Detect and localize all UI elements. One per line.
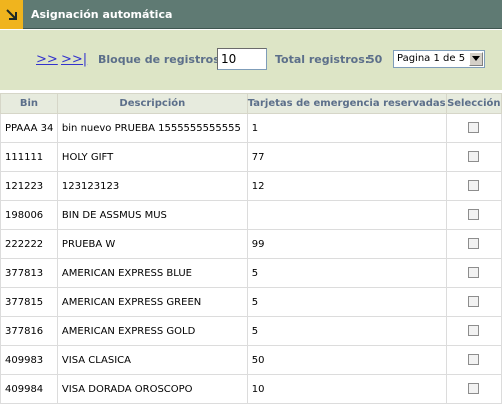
table-row: 198006 BIN DE ASSMUS MUS: [0, 200, 502, 230]
cell-bin: PPAAA 34: [0, 113, 58, 143]
cell-descripcion: VISA DORADA OROSCOPO: [56, 374, 248, 404]
cell-seleccion: [445, 316, 502, 346]
select-checkbox[interactable]: [468, 122, 480, 134]
cell-descripcion: bin nuevo PRUEBA 1555555555555: [56, 113, 248, 143]
cell-descripcion: AMERICAN EXPRESS GOLD: [56, 316, 248, 346]
cell-tarjetas: 1: [246, 113, 447, 143]
page-title: Asignación automática: [31, 8, 173, 21]
page-select[interactable]: Pagina 1 de 5: [393, 50, 485, 68]
cell-descripcion: BIN DE ASSMUS MUS: [56, 200, 248, 230]
cell-tarjetas: 77: [246, 142, 447, 172]
title-bar: Asignación automática: [0, 0, 502, 29]
table-row: 409983 VISA CLASICA 50: [0, 345, 502, 375]
page-select-value: Pagina 1 de 5: [397, 53, 466, 64]
table-row: 111111 HOLY GIFT 77: [0, 142, 502, 172]
col-header-descripcion[interactable]: Descripción: [56, 93, 248, 114]
total-value: 50: [367, 53, 383, 66]
cell-seleccion: [445, 287, 502, 317]
cell-bin: 409984: [0, 374, 58, 404]
cell-bin: 121223: [0, 171, 58, 201]
last-page-link[interactable]: >>|: [61, 52, 87, 67]
cell-bin: 409983: [0, 345, 58, 375]
col-header-seleccion[interactable]: Selección: [445, 93, 502, 114]
cell-bin: 377816: [0, 316, 58, 346]
select-checkbox[interactable]: [468, 267, 480, 279]
table-header-row: Bin Descripción Tarjetas de emergencia r…: [0, 93, 502, 114]
select-checkbox[interactable]: [468, 209, 480, 221]
cell-tarjetas: 5: [246, 316, 447, 346]
cell-bin: 377815: [0, 287, 58, 317]
select-checkbox[interactable]: [468, 354, 480, 366]
cell-descripcion: AMERICAN EXPRESS GREEN: [56, 287, 248, 317]
cell-seleccion: [445, 345, 502, 375]
select-checkbox[interactable]: [468, 325, 480, 337]
table-row: PPAAA 34 bin nuevo PRUEBA 1555555555555 1: [0, 113, 502, 143]
table-row: 409984 VISA DORADA OROSCOPO 10: [0, 374, 502, 404]
arrow-corner-icon: [0, 0, 23, 29]
cell-tarjetas: 10: [246, 374, 447, 404]
cell-seleccion: [445, 200, 502, 230]
select-checkbox[interactable]: [468, 238, 480, 250]
cell-seleccion: [445, 113, 502, 143]
cell-tarjetas: 5: [246, 258, 447, 288]
total-label: Total registros:: [275, 53, 370, 66]
cell-tarjetas: 12: [246, 171, 447, 201]
col-header-tarjetas[interactable]: Tarjetas de emergencia reservadas: [246, 93, 447, 114]
cell-seleccion: [445, 229, 502, 259]
cell-tarjetas: 50: [246, 345, 447, 375]
table-row: 377815 AMERICAN EXPRESS GREEN 5: [0, 287, 502, 317]
pagination-toolbar: >> >>| Bloque de registros: Total regist…: [0, 30, 502, 90]
chevron-down-icon[interactable]: [469, 52, 483, 66]
cell-descripcion: VISA CLASICA: [56, 345, 248, 375]
bloque-label: Bloque de registros:: [98, 53, 225, 66]
cell-descripcion: AMERICAN EXPRESS BLUE: [56, 258, 248, 288]
cell-descripcion: 123123123: [56, 171, 248, 201]
select-checkbox[interactable]: [468, 151, 480, 163]
cell-seleccion: [445, 171, 502, 201]
select-checkbox[interactable]: [468, 296, 480, 308]
cell-tarjetas: 5: [246, 287, 447, 317]
cell-bin: 377813: [0, 258, 58, 288]
bloque-registros-input[interactable]: [217, 48, 267, 70]
bin-table: Bin Descripción Tarjetas de emergencia r…: [0, 93, 502, 404]
select-checkbox[interactable]: [468, 180, 480, 192]
table-row: 222222 PRUEBA W 99: [0, 229, 502, 259]
cell-seleccion: [445, 374, 502, 404]
cell-bin: 198006: [0, 200, 58, 230]
cell-tarjetas: [246, 200, 447, 230]
col-header-bin[interactable]: Bin: [0, 93, 58, 114]
table-row: 377816 AMERICAN EXPRESS GOLD 5: [0, 316, 502, 346]
select-checkbox[interactable]: [468, 383, 480, 395]
cell-bin: 111111: [0, 142, 58, 172]
cell-tarjetas: 99: [246, 229, 447, 259]
cell-bin: 222222: [0, 229, 58, 259]
cell-descripcion: PRUEBA W: [56, 229, 248, 259]
table-row: 121223 123123123 12: [0, 171, 502, 201]
cell-descripcion: HOLY GIFT: [56, 142, 248, 172]
table-row: 377813 AMERICAN EXPRESS BLUE 5: [0, 258, 502, 288]
cell-seleccion: [445, 142, 502, 172]
cell-seleccion: [445, 258, 502, 288]
next-page-link[interactable]: >>: [36, 52, 58, 67]
